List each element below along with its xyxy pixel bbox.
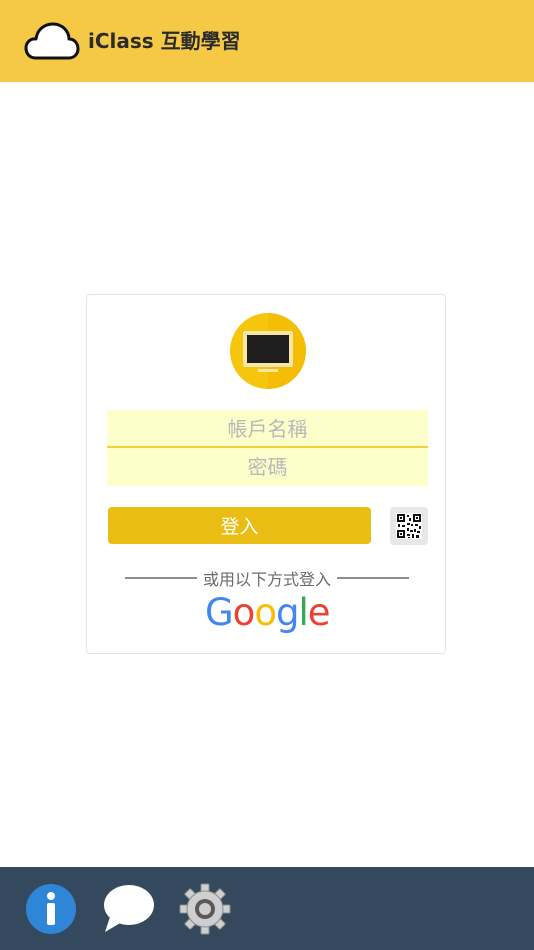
info-icon[interactable]	[25, 883, 77, 935]
alt-login-row: 或用以下方式登入	[117, 567, 417, 589]
google-login-button[interactable]: Google	[205, 591, 331, 635]
divider-line-left	[124, 577, 197, 579]
app-header: iClass 互動學習	[0, 0, 534, 82]
account-input[interactable]	[107, 410, 428, 448]
login-card: 登入 或用以下方式登入 Google	[86, 294, 446, 654]
gear-icon[interactable]	[179, 883, 231, 935]
monitor-icon	[230, 313, 306, 389]
google-letter: l	[298, 591, 308, 634]
chat-icon[interactable]	[102, 883, 154, 935]
google-letter: g	[275, 591, 299, 634]
login-button[interactable]: 登入	[108, 507, 371, 544]
app-title: iClass 互動學習	[88, 29, 241, 53]
cloud-icon	[24, 22, 80, 60]
google-letter: o	[232, 591, 256, 634]
google-letter: e	[307, 591, 331, 634]
google-letter: G	[205, 591, 234, 634]
password-input[interactable]	[107, 448, 428, 486]
app-root: iClass 互動學習 登入	[0, 0, 534, 950]
alt-login-text: 或用以下方式登入	[202, 570, 331, 589]
qr-code-icon	[396, 513, 422, 539]
divider-line-right	[337, 577, 409, 579]
bottom-toolbar	[0, 867, 534, 950]
qr-login-button[interactable]	[390, 507, 428, 545]
google-letter: o	[254, 591, 277, 634]
